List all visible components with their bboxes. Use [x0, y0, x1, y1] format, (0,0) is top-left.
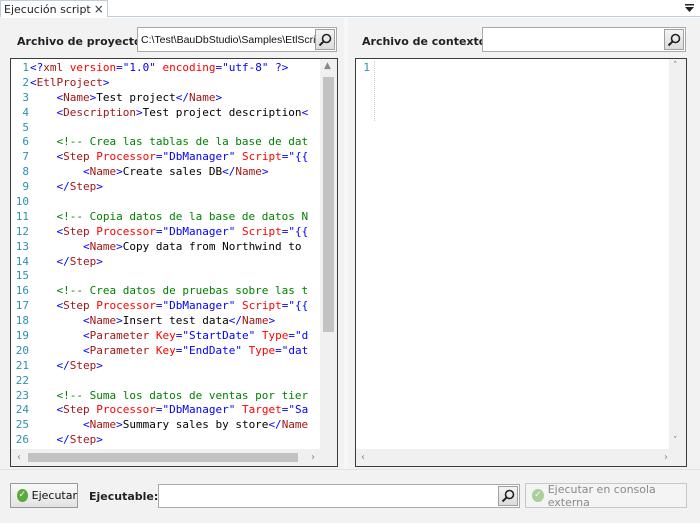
- code-area[interactable]: 1 2 3 4 5 6 7 8 9 10 11 12 13 14 15 16 17 18 19 20 21 22 23 24 2…: [11, 61, 308, 446]
- code-line[interactable]: <Parameter Key="StartDate" Type="d: [30, 329, 308, 344]
- search-icon: [501, 489, 515, 503]
- vertical-scroll-thumb[interactable]: [323, 77, 334, 332]
- line-number-gutter: 1 2 3 4 5 6 7 8 9 10 11 12 13 14 15 16 17 18 19 20 21 22 23 24 2…: [11, 61, 29, 448]
- code-line[interactable]: [30, 121, 308, 136]
- code-line[interactable]: <!-- Copia datos de la base de datos N: [30, 210, 309, 225]
- gutter-divider: [374, 61, 375, 121]
- code-line[interactable]: [30, 269, 308, 284]
- chevron-down-icon[interactable]: [683, 1, 695, 15]
- vertical-scrollbar[interactable]: ▲: [320, 59, 337, 449]
- check-circle-icon: ✓: [17, 489, 28, 502]
- code-line[interactable]: <Name>Insert test data</Name>: [30, 314, 308, 329]
- tab-ejecucion-script[interactable]: Ejecución script ×: [0, 0, 108, 17]
- code-area[interactable]: 1: [356, 61, 383, 121]
- scroll-left-icon[interactable]: ‹: [361, 453, 365, 463]
- run-button-label: Ejecutar: [31, 489, 77, 502]
- code-line[interactable]: <EtlProject>: [30, 76, 308, 91]
- line-number: 22: [15, 373, 29, 387]
- line-number: 17: [15, 299, 29, 313]
- line-number: 15: [15, 269, 29, 283]
- line-number: 8: [22, 165, 29, 179]
- code-line[interactable]: </Step>: [30, 180, 308, 195]
- context-file-label: Archivo de contexto:: [362, 35, 491, 48]
- horizontal-scrollbar[interactable]: ‹ ›: [356, 449, 686, 466]
- line-number: 20: [15, 343, 29, 357]
- line-number: 7: [22, 150, 29, 164]
- line-number: 11: [15, 209, 29, 223]
- code-line[interactable]: <Step Processor="DbManager" Script="{{: [30, 299, 309, 314]
- line-number: 3: [22, 90, 29, 104]
- line-number: 18: [15, 314, 29, 328]
- line-number: 1: [363, 61, 370, 74]
- run-external-console-label: Ejecutar en consola externa: [547, 482, 656, 509]
- code-line[interactable]: <Name>Summary sales by store</Name: [30, 418, 308, 433]
- executable-label: Ejecutable:: [89, 490, 159, 503]
- code-line[interactable]: <Name>Create sales DB</Name>: [30, 165, 308, 180]
- vertical-scrollbar[interactable]: ˄ ˅: [669, 59, 686, 449]
- project-file-search-button[interactable]: [315, 29, 335, 50]
- code-line[interactable]: <!-- Crea las tablas de la base de dat: [30, 135, 309, 150]
- context-file-field[interactable]: [482, 27, 686, 52]
- code-lines[interactable]: <?xml version="1.0" encoding="utf-8" ?> <…: [30, 61, 308, 448]
- code-line[interactable]: <Step Processor="DbManager" Script="{{: [30, 150, 309, 165]
- run-button[interactable]: ✓ Ejecutar: [10, 483, 78, 508]
- check-circle-icon: ✓: [532, 489, 544, 502]
- search-icon: [318, 33, 332, 46]
- line-number: 12: [15, 224, 29, 238]
- scroll-up-icon[interactable]: ˄: [673, 62, 678, 71]
- project-file-label: Archivo de proyecto:: [17, 35, 147, 48]
- line-number: 25: [15, 418, 29, 432]
- line-number: 10: [15, 195, 29, 209]
- run-external-console-button[interactable]: ✓ Ejecutar en consola externa: [525, 482, 687, 509]
- code-line[interactable]: <Name>Copy data from Northwind to: [30, 240, 308, 255]
- line-number: 2: [22, 75, 29, 89]
- project-xml-editor[interactable]: 1 2 3 4 5 6 7 8 9 10 11 12 13 14 15 16 17 18 19 20 21 22 23 24 2…: [10, 58, 338, 467]
- code-line[interactable]: <Parameter Key="EndDate" Type="dat: [30, 344, 308, 359]
- code-line[interactable]: <?xml version="1.0" encoding="utf-8" ?>: [30, 61, 308, 76]
- document-tabstrip: Ejecución script ×: [0, 0, 700, 17]
- horizontal-scroll-thumb[interactable]: [28, 453, 298, 462]
- line-number: 13: [15, 239, 29, 253]
- project-file-field[interactable]: C:\Test\BauDbStudio\Samples\EtlScri: [137, 27, 337, 52]
- scroll-right-icon[interactable]: ›: [311, 453, 315, 463]
- line-number: 9: [22, 180, 29, 194]
- line-number: 6: [22, 135, 29, 149]
- context-file-search-button[interactable]: [664, 29, 684, 50]
- context-xml-editor[interactable]: 1 ˄ ˅ ‹ ›: [355, 58, 687, 467]
- line-number: 1: [22, 61, 29, 74]
- code-line[interactable]: <!-- Crea datos de pruebas sobre las t: [30, 284, 309, 299]
- code-line[interactable]: <Description>Test project description<: [30, 106, 309, 121]
- scroll-left-icon[interactable]: ‹: [17, 453, 21, 463]
- project-file-path[interactable]: C:\Test\BauDbStudio\Samples\EtlScri: [138, 34, 315, 46]
- code-line[interactable]: [30, 374, 308, 389]
- code-line[interactable]: <!-- Suma los datos de ventas por tier: [30, 389, 309, 404]
- line-number: 23: [15, 388, 29, 402]
- code-line[interactable]: </Step>: [30, 359, 308, 374]
- line-number: 14: [15, 254, 29, 268]
- code-line[interactable]: <Name>Test project</Name>: [30, 91, 308, 106]
- executable-field[interactable]: [158, 484, 520, 508]
- tab-label: Ejecución script: [4, 2, 91, 16]
- executable-search-button[interactable]: [498, 486, 518, 506]
- line-number: 24: [15, 403, 29, 417]
- close-icon[interactable]: ×: [94, 3, 104, 15]
- line-number: 26: [15, 433, 29, 447]
- code-line[interactable]: [30, 195, 308, 210]
- search-icon: [667, 33, 681, 46]
- code-line[interactable]: </Step>: [30, 255, 308, 270]
- line-number: 19: [15, 329, 29, 343]
- line-number: 16: [15, 284, 29, 298]
- scroll-down-icon[interactable]: ˅: [673, 437, 678, 446]
- line-number: 21: [15, 358, 29, 372]
- line-number: 4: [22, 105, 29, 119]
- line-number: 5: [22, 120, 29, 134]
- scroll-up-icon[interactable]: ▲: [324, 62, 331, 71]
- code-line[interactable]: <Step Processor="DbManager" Target="Sa: [30, 403, 309, 418]
- horizontal-scrollbar[interactable]: ‹ ›: [11, 449, 337, 466]
- code-line[interactable]: </Step>: [30, 433, 308, 448]
- code-line[interactable]: <Step Processor="DbManager" Script="{{: [30, 225, 309, 240]
- line-number-gutter: 1: [356, 61, 370, 76]
- scroll-right-icon[interactable]: ›: [664, 453, 668, 463]
